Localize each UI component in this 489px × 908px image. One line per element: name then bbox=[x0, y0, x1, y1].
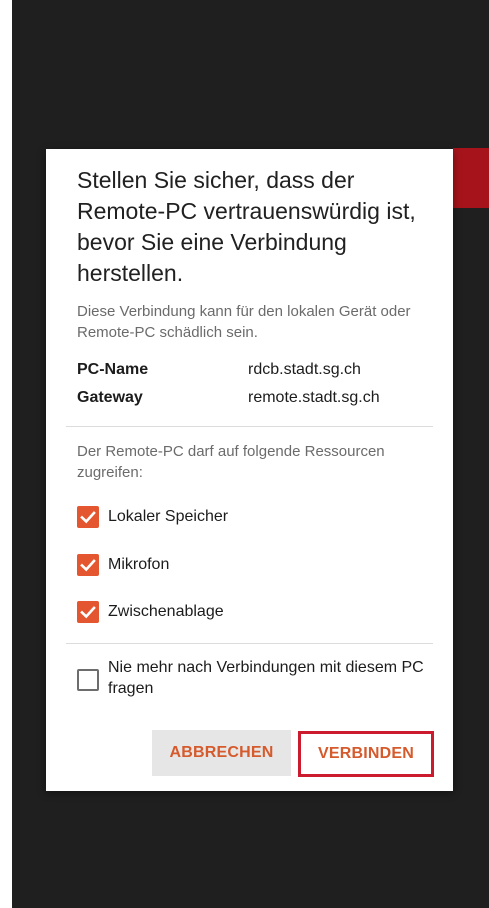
checked-checkbox-icon[interactable] bbox=[77, 506, 99, 528]
connect-button[interactable]: VERBINDEN bbox=[298, 731, 434, 777]
checkbox-label: Lokaler Speicher bbox=[108, 508, 229, 525]
divider bbox=[66, 426, 433, 427]
check-icon bbox=[80, 559, 96, 572]
gateway-label: Gateway bbox=[77, 389, 143, 406]
cancel-button[interactable]: ABBRECHEN bbox=[152, 730, 291, 776]
resources-intro: Der Remote-PC darf auf folgende Ressourc… bbox=[77, 443, 385, 481]
checked-checkbox-icon[interactable] bbox=[77, 554, 99, 576]
check-icon bbox=[80, 511, 96, 524]
pc-name-value: rdcb.stadt.sg.ch bbox=[248, 361, 361, 378]
checkbox-zwischenablage[interactable]: Zwischenablage bbox=[77, 600, 224, 624]
never-ask-again-label: Nie mehr nach Verbindungen mit diesem PC… bbox=[108, 659, 424, 697]
checkbox-mikrofon[interactable]: Mikrofon bbox=[77, 553, 169, 577]
connection-trust-dialog: Stellen Sie sicher, dass der Remote-PC v… bbox=[46, 149, 453, 791]
check-icon bbox=[80, 606, 96, 619]
pc-name-label: PC-Name bbox=[77, 361, 149, 378]
dialog-warning: Diese Verbindung kann für den lokalen Ge… bbox=[77, 303, 411, 341]
gateway-value: remote.stadt.sg.ch bbox=[248, 389, 380, 406]
checked-checkbox-icon[interactable] bbox=[77, 601, 99, 623]
checkbox-label: Mikrofon bbox=[108, 556, 170, 573]
background-accent-bar bbox=[453, 148, 489, 208]
divider bbox=[66, 643, 433, 644]
checkbox-label: Zwischenablage bbox=[108, 603, 224, 620]
dialog-title: Stellen Sie sicher, dass der Remote-PC v… bbox=[77, 167, 416, 286]
checkbox-lokaler-speicher[interactable]: Lokaler Speicher bbox=[77, 505, 228, 529]
empty-checkbox-icon[interactable] bbox=[77, 669, 99, 691]
